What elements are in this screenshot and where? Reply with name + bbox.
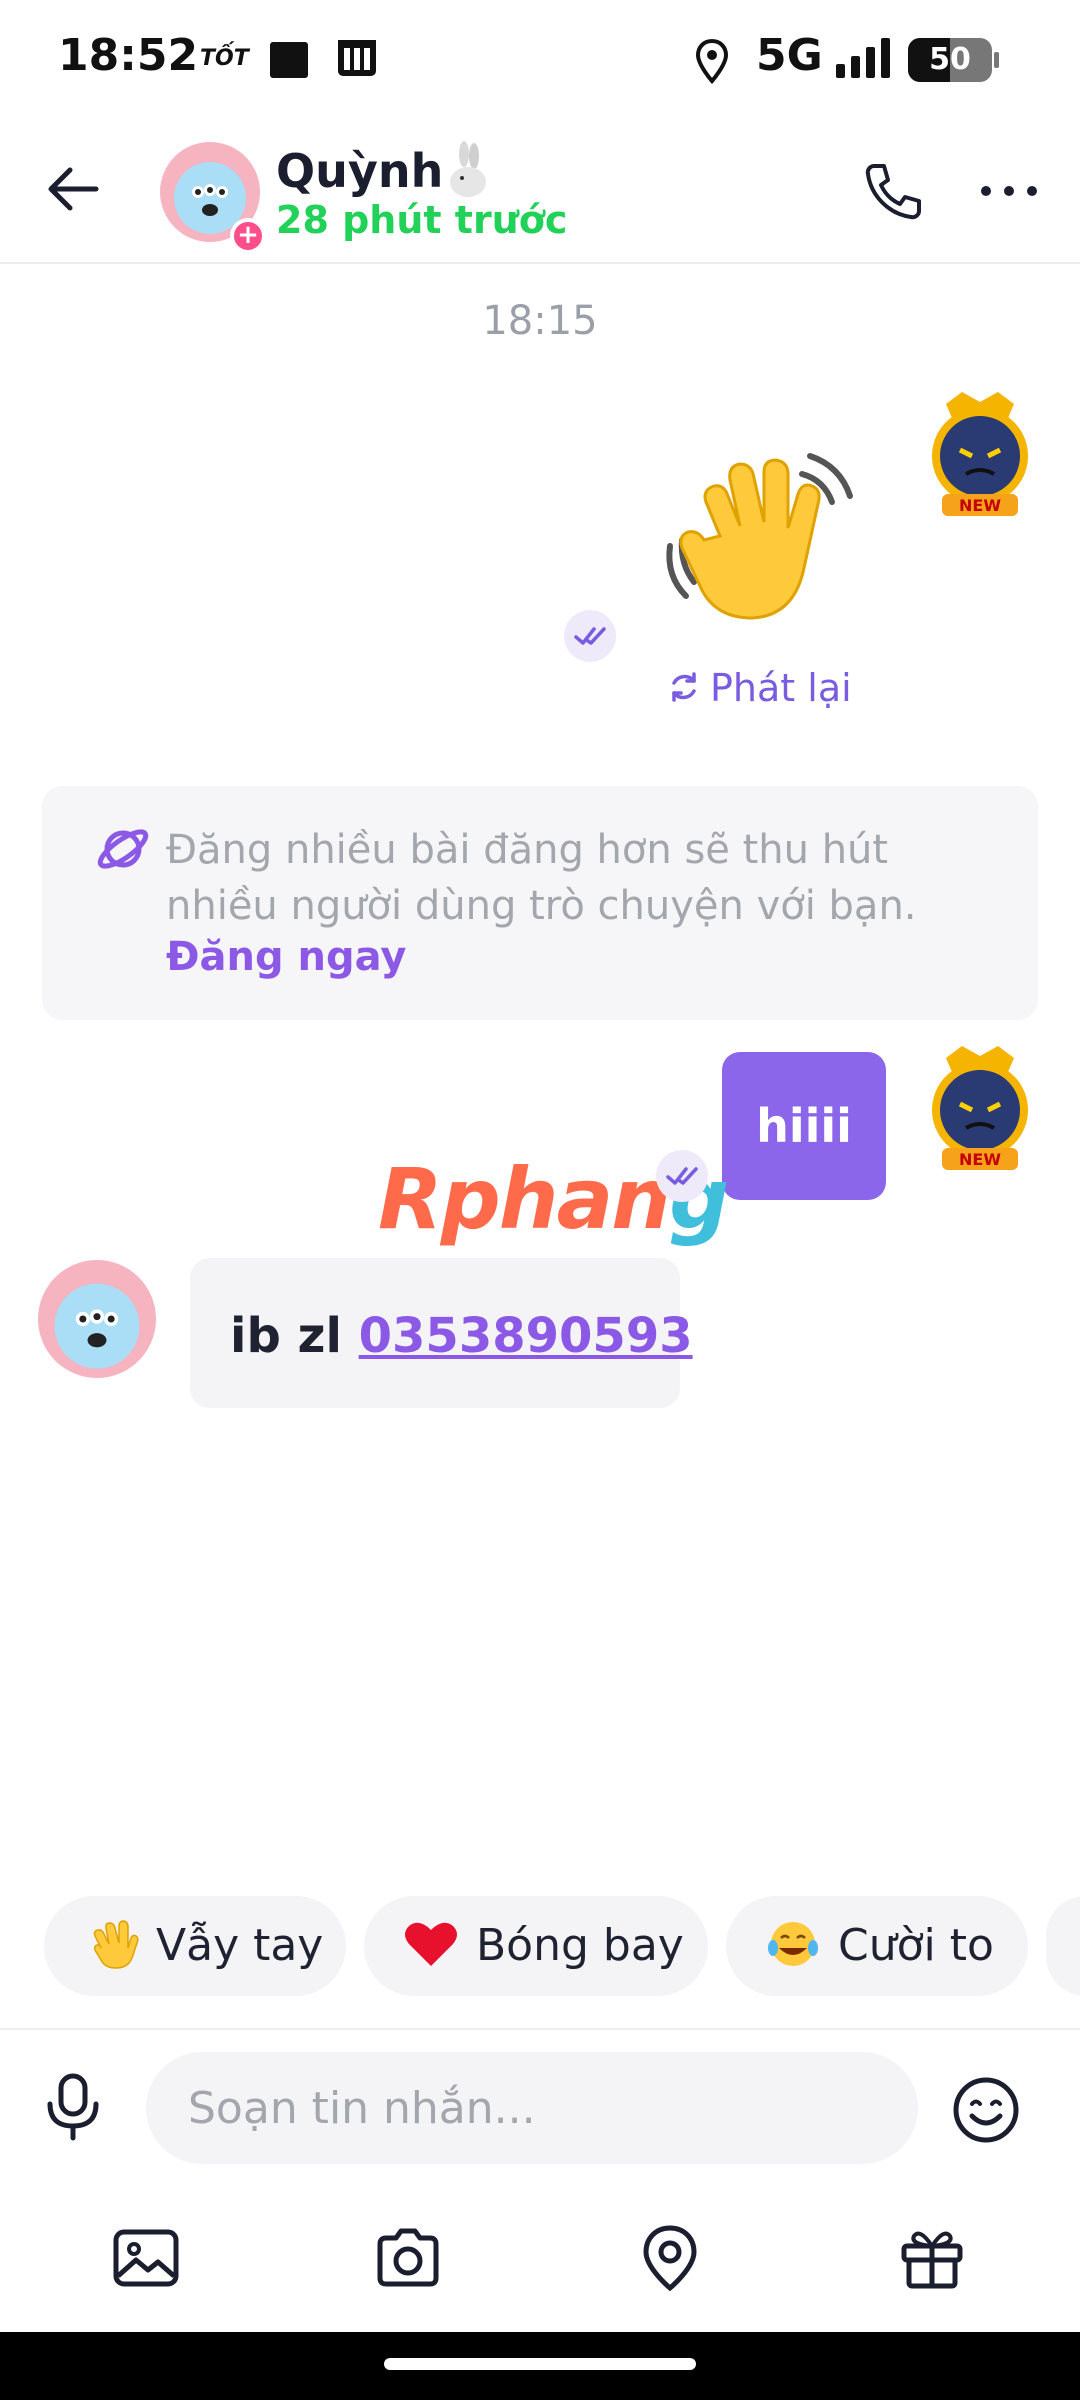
- replay-button[interactable]: Phát lại: [666, 666, 852, 710]
- gallery-button[interactable]: [110, 2222, 182, 2294]
- quick-reply-row: Vẫy tay Bóng bay Cười to: [0, 1896, 1080, 2000]
- composer-divider: [0, 2028, 1080, 2030]
- phone-call-icon[interactable]: [860, 158, 926, 224]
- home-indicator[interactable]: [384, 2358, 696, 2370]
- contact-avatar[interactable]: +: [160, 142, 266, 254]
- quick-reply-label: Vẫy tay: [156, 1920, 324, 1971]
- chat-header: + Quỳnh 28 phút trước: [0, 118, 1080, 264]
- message-input[interactable]: [146, 2052, 918, 2164]
- watermark-text-a: Rphan: [378, 1150, 671, 1248]
- quick-reply-laugh[interactable]: Cười to: [726, 1896, 1028, 1996]
- tip-text: Đăng nhiều bài đăng hơn sẽ thu hút nhiều…: [166, 827, 917, 929]
- incoming-message-prefix: ib zl: [230, 1308, 359, 1364]
- back-arrow-icon[interactable]: [40, 156, 106, 222]
- battery-percent: 50: [929, 42, 971, 77]
- location-icon: [695, 38, 729, 84]
- replay-label: Phát lại: [710, 666, 852, 710]
- add-friend-badge[interactable]: +: [230, 218, 266, 254]
- emoji-picker-icon[interactable]: [950, 2074, 1022, 2146]
- tip-card: Đăng nhiều bài đăng hơn sẽ thu hút nhiều…: [42, 786, 1038, 1020]
- waving-hand-sticker-icon[interactable]: [660, 436, 860, 636]
- camera-icon: [377, 2228, 439, 2287]
- king-avatar-sticker-icon: NEW: [932, 392, 1028, 516]
- microphone-icon[interactable]: [40, 2070, 106, 2144]
- quick-reply-balloon[interactable]: Bóng bay: [364, 1896, 708, 1996]
- location-pin-icon: [643, 2225, 697, 2292]
- contact-name: Quỳnh: [276, 144, 444, 198]
- waving-hand-icon: [93, 1920, 139, 1969]
- status-bar: 18:52 TỐT 5G 50: [0, 0, 1080, 118]
- quick-reply-label: Bóng bay: [476, 1920, 684, 1971]
- read-receipt-icon: [656, 1150, 708, 1202]
- more-options-icon[interactable]: [976, 158, 1042, 224]
- signal-icon: [836, 38, 890, 78]
- replay-icon: [672, 672, 696, 702]
- read-receipt-icon: [564, 610, 616, 662]
- fluffy-monster-icon: [54, 1283, 140, 1369]
- incoming-message-text: ib zl 0353890593: [230, 1308, 693, 1364]
- image-icon: [113, 2229, 179, 2287]
- phone-number-link[interactable]: 0353890593: [359, 1308, 693, 1364]
- quick-reply-wave[interactable]: Vẫy tay: [44, 1896, 346, 1996]
- rabbit-icon: [450, 141, 486, 197]
- outgoing-message-bubble[interactable]: hiiii: [722, 1052, 886, 1200]
- contact-message-avatar[interactable]: [38, 1260, 156, 1378]
- post-now-link[interactable]: Đăng ngay: [166, 934, 407, 980]
- king-avatar-sticker-icon: NEW: [932, 1046, 1028, 1170]
- location-share-button[interactable]: [634, 2222, 706, 2294]
- sticker-badge-new: NEW: [959, 496, 1001, 515]
- heart-icon: [405, 1922, 457, 1966]
- planet-icon: [97, 829, 149, 869]
- system-nav-bar: [0, 2332, 1080, 2400]
- incoming-message-bubble[interactable]: ib zl 0353890593: [190, 1258, 693, 1408]
- camera-button[interactable]: [372, 2222, 444, 2294]
- status-time: 18:52: [58, 30, 199, 81]
- notification-square-icon: [270, 42, 308, 78]
- time-separator: 18:15: [482, 298, 598, 344]
- store-icon: [338, 40, 376, 76]
- tears-of-joy-icon: [768, 1922, 818, 1966]
- gift-button[interactable]: [896, 2222, 968, 2294]
- gift-icon: [901, 2231, 963, 2289]
- network-type: 5G: [756, 30, 823, 81]
- carrier-badge: TỐT: [200, 46, 249, 71]
- quick-reply-label: Cười to: [838, 1920, 994, 1971]
- battery-icon: 50: [908, 38, 999, 82]
- last-seen-status: 28 phút trước: [276, 198, 568, 242]
- sticker-badge-new: NEW: [959, 1150, 1001, 1169]
